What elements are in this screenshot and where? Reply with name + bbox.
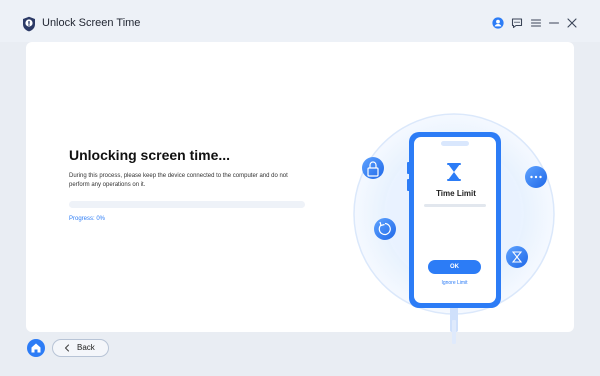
lock-icon	[362, 157, 384, 179]
phone-ok-button: OK	[428, 260, 481, 274]
illustration-graphic	[353, 113, 555, 344]
phone-illustration: Time Limit OK Ignore Limit	[326, 84, 600, 374]
app-title: Unlock Screen Time	[42, 17, 141, 29]
back-button[interactable]: Back	[52, 339, 109, 357]
menu-icon[interactable]	[530, 17, 542, 29]
progress-label: Progress: 0%	[69, 216, 106, 222]
title-bar: Unlock Screen Time	[0, 0, 600, 42]
close-icon[interactable]	[566, 17, 578, 29]
user-icon[interactable]	[492, 17, 504, 29]
phone-screen-title: Time Limit	[436, 189, 476, 198]
home-icon	[31, 343, 41, 353]
more-icon	[525, 166, 547, 188]
feedback-icon[interactable]	[511, 17, 523, 29]
main-panel: Unlocking screen time... During this pro…	[26, 42, 574, 344]
back-label: Back	[77, 343, 95, 352]
process-description: During this process, please keep the dev…	[69, 173, 288, 188]
chevron-left-icon	[64, 344, 70, 352]
home-button[interactable]	[27, 339, 45, 357]
hourglass-icon	[506, 246, 528, 268]
minimize-icon[interactable]	[548, 17, 560, 29]
refresh-icon	[374, 218, 396, 240]
app-logo-icon	[23, 16, 35, 32]
page-heading: Unlocking screen time...	[69, 147, 231, 163]
progress-bar	[69, 201, 305, 208]
phone-ignore-limit-link: Ignore Limit	[441, 280, 468, 286]
